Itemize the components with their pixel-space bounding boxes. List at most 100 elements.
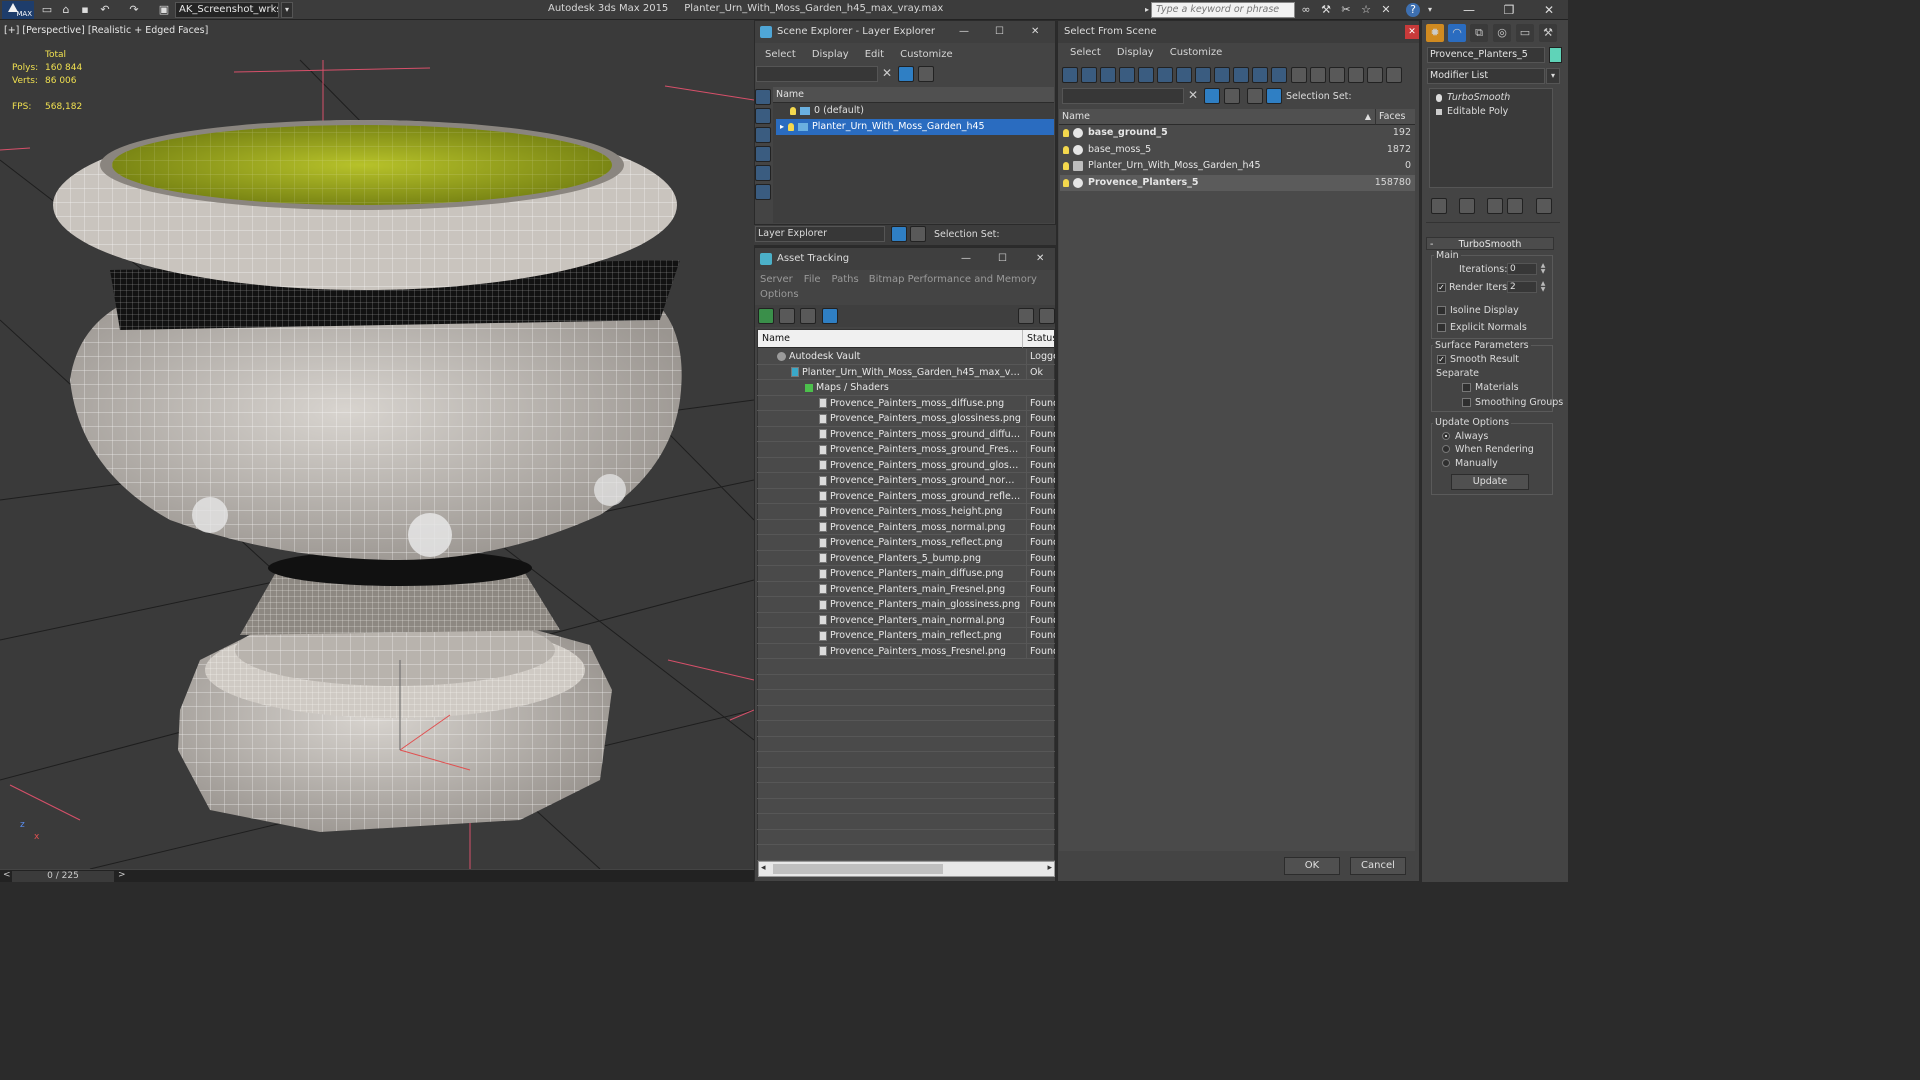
display-shapes-icon[interactable] <box>1081 67 1097 83</box>
display-frozen-icon[interactable] <box>1252 67 1268 83</box>
select-invert-icon[interactable] <box>1329 67 1345 83</box>
cancel-button[interactable]: Cancel <box>1350 857 1406 875</box>
asset-row[interactable]: Autodesk Vault Logged <box>757 349 1055 365</box>
settings-icon[interactable] <box>1039 308 1055 324</box>
thumbnail-view-icon[interactable] <box>800 308 816 324</box>
display-containers-icon[interactable] <box>1233 67 1249 83</box>
update-button[interactable]: Update <box>1451 474 1529 490</box>
turbosmooth-rollout-header[interactable]: - TurboSmooth <box>1426 237 1554 250</box>
ok-button[interactable]: OK <box>1284 857 1340 875</box>
object-name-header[interactable]: Name ▲ <box>1059 109 1375 125</box>
asset-row[interactable]: Provence_Planters_main_Fresnel.png Found <box>757 581 1055 597</box>
explicit-normals-checkbox[interactable] <box>1437 323 1446 332</box>
filter-icon[interactable] <box>1204 88 1220 104</box>
asset-tracking-titlebar[interactable]: Asset Tracking — ☐ ✕ <box>755 248 1055 270</box>
object-row[interactable]: base_moss_5 1872 <box>1060 142 1415 159</box>
smoothing-groups-checkbox[interactable] <box>1462 398 1471 407</box>
menu-paths[interactable]: Paths <box>824 271 867 289</box>
display-lights-icon[interactable] <box>1100 67 1116 83</box>
visibility-bulb-icon[interactable] <box>1063 145 1069 154</box>
materials-checkbox[interactable] <box>1462 383 1471 392</box>
close-icon[interactable]: ✕ <box>1535 1 1563 19</box>
asset-row[interactable]: Provence_Painters_moss_diffuse.png Found <box>757 395 1055 411</box>
display-xrefs-icon[interactable] <box>1195 67 1211 83</box>
render-iters-spinner[interactable]: 2 <box>1507 281 1537 293</box>
new-file-icon[interactable]: ▭ <box>40 3 54 17</box>
sort-icon[interactable] <box>1367 67 1383 83</box>
asset-row[interactable]: Provence_Painters_moss_ground_Fresnel...… <box>757 442 1055 458</box>
restore-icon[interactable]: ☐ <box>998 248 1007 270</box>
menu-bitmap-performance[interactable]: Bitmap Performance and Memory <box>867 271 1039 289</box>
object-color-swatch[interactable] <box>1549 47 1562 63</box>
asset-row[interactable]: Provence_Painters_moss_Fresnel.png Found <box>757 643 1055 659</box>
select-from-scene-search-input[interactable] <box>1062 88 1184 104</box>
minimize-icon[interactable]: — <box>961 248 971 270</box>
update-manually-radio[interactable] <box>1442 459 1450 467</box>
asset-row[interactable]: Provence_Painters_moss_normal.png Found <box>757 519 1055 535</box>
display-helpers-icon[interactable] <box>755 165 771 181</box>
visibility-bulb-icon[interactable] <box>1063 162 1069 170</box>
display-bones-icon[interactable] <box>1214 67 1230 83</box>
explorer-type-dropdown[interactable]: Layer Explorer <box>755 226 885 242</box>
help-dropdown-arrow-icon[interactable]: ▾ <box>1423 3 1437 17</box>
display-geometry-icon[interactable] <box>755 89 771 105</box>
asset-row[interactable]: Provence_Painters_moss_height.png Found <box>757 504 1055 520</box>
asset-name-header[interactable]: Name <box>758 330 1022 348</box>
remove-modifier-icon[interactable] <box>1507 198 1523 214</box>
render-iters-checkbox[interactable]: ✓ <box>1437 283 1446 292</box>
timeline-next-button[interactable]: > <box>118 870 126 880</box>
isoline-display-checkbox[interactable] <box>1437 306 1446 315</box>
asset-row[interactable]: Provence_Planters_5_bump.png Found <box>757 550 1055 566</box>
menu-display[interactable]: Display <box>1109 44 1162 62</box>
time-slider[interactable]: 0 / 225 <box>12 871 114 882</box>
perspective-viewport[interactable]: [+] [Perspective] [Realistic + Edged Fac… <box>0 20 754 869</box>
workspace-dropdown-arrow-icon[interactable]: ▾ <box>281 2 293 18</box>
display-groups-icon[interactable] <box>1176 67 1192 83</box>
asset-row[interactable]: Planter_Urn_With_Moss_Garden_h45_max_vra… <box>757 364 1055 380</box>
display-cameras-icon[interactable] <box>755 146 771 162</box>
display-spacewarps-icon[interactable] <box>755 184 771 200</box>
scroll-left-icon[interactable]: ◂ <box>761 863 766 873</box>
update-always-radio[interactable] <box>1442 432 1450 440</box>
display-spacewarps-icon[interactable] <box>1157 67 1173 83</box>
options-icon[interactable] <box>1224 88 1240 104</box>
restore-icon[interactable]: ☐ <box>995 21 1004 43</box>
object-row[interactable]: Provence_Planters_5 158780 <box>1060 174 1415 191</box>
filter-icon[interactable] <box>898 66 914 82</box>
cancel-x-icon[interactable]: ✕ <box>1379 3 1393 17</box>
menu-select[interactable]: Select <box>1062 44 1109 62</box>
iterations-spinner[interactable]: 0 <box>1507 263 1537 275</box>
pin-stack-icon[interactable] <box>1431 198 1447 214</box>
asset-row[interactable]: Provence_Planters_main_glossiness.png Fou… <box>757 597 1055 613</box>
object-name-field[interactable]: Provence_Planters_5 <box>1427 47 1545 63</box>
asset-row[interactable]: Maps / Shaders <box>757 380 1055 396</box>
modifier-list-arrow-icon[interactable]: ▾ <box>1546 68 1560 84</box>
undo-icon[interactable]: ↶ <box>98 3 112 17</box>
menu-edit[interactable]: Edit <box>857 46 892 64</box>
layer-explorer-icon[interactable] <box>1247 88 1263 104</box>
app-logo[interactable]: MAX <box>2 1 34 19</box>
modifier-bulb-icon[interactable] <box>1436 93 1442 102</box>
display-lights-icon[interactable] <box>755 127 771 143</box>
menu-customize[interactable]: Customize <box>892 46 961 64</box>
modifier-list-dropdown[interactable]: Modifier List <box>1427 68 1545 84</box>
key-tools-icon[interactable]: ⚒ <box>1319 3 1333 17</box>
exchange-icon[interactable]: ✂ <box>1339 3 1353 17</box>
layer-row-planter[interactable]: ▸ Planter_Urn_With_Moss_Garden_h45 <box>776 119 1054 135</box>
save-icon[interactable]: ▪ <box>78 3 92 17</box>
visibility-bulb-icon[interactable] <box>1063 129 1069 137</box>
minimize-icon[interactable]: — <box>959 21 969 43</box>
asset-row[interactable]: Provence_Painters_moss_ground_normal....… <box>757 473 1055 489</box>
smooth-result-checkbox[interactable]: ✓ <box>1437 355 1446 364</box>
refresh-icon[interactable] <box>758 308 774 324</box>
hierarchy-icon[interactable] <box>910 226 926 242</box>
clear-search-icon[interactable]: ✕ <box>882 66 892 80</box>
open-file-icon[interactable]: ⌂ <box>59 3 73 17</box>
asset-row[interactable]: Provence_Painters_moss_glossiness.png Fou… <box>757 411 1055 427</box>
scene-explorer-titlebar[interactable]: Scene Explorer - Layer Explorer — ☐ ✕ <box>755 21 1055 43</box>
utilities-tab-icon[interactable]: ⚒ <box>1539 24 1557 42</box>
display-cameras-icon[interactable] <box>1119 67 1135 83</box>
layer-explorer-icon[interactable] <box>891 226 907 242</box>
hierarchy-icon[interactable] <box>1266 88 1282 104</box>
select-all-icon[interactable] <box>1291 67 1307 83</box>
